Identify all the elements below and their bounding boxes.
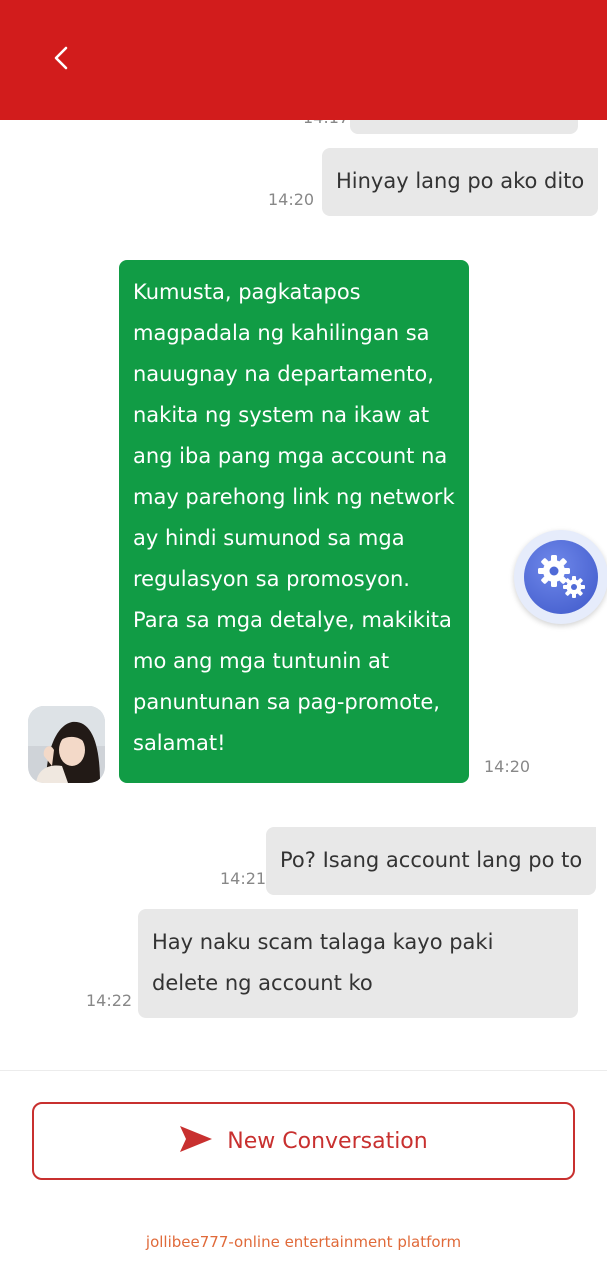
divider [0,1070,607,1071]
footer-text: jollibee777-online entertainment platfor… [145,1233,462,1251]
gears-icon [524,540,598,614]
message-bubble-outgoing: Po? Isang account lang po to [266,827,597,895]
message-text: Hay naku scam talaga kayo paki delete ng… [152,930,494,995]
message-bubble-outgoing: Hinyay lang po ako dito [322,148,599,216]
message-time: 14:20 [268,190,315,209]
message-time: 14:22 [86,991,133,1010]
message-bubble-outgoing: Hay naku scam talaga kayo paki delete ng… [138,909,578,1018]
chevron-left-icon [51,45,73,75]
message-time: 14:20 [484,757,531,776]
message-text: Po? Isang account lang po to [280,848,583,872]
message-text: Kumusta, pagkatapos magpadala ng kahilin… [133,280,455,755]
app-header [0,0,607,120]
send-icon [179,1125,213,1157]
new-conversation-button[interactable]: New Conversation [32,1102,575,1180]
message-time: 14:21 [220,869,267,888]
agent-avatar [28,706,105,783]
new-conversation-label: New Conversation [227,1128,428,1154]
settings-fab[interactable] [514,530,607,624]
message-text: Hinyay lang po ako dito [336,169,585,193]
message-bubble-incoming: Kumusta, pagkatapos magpadala ng kahilin… [119,260,469,783]
back-button[interactable] [40,38,84,82]
